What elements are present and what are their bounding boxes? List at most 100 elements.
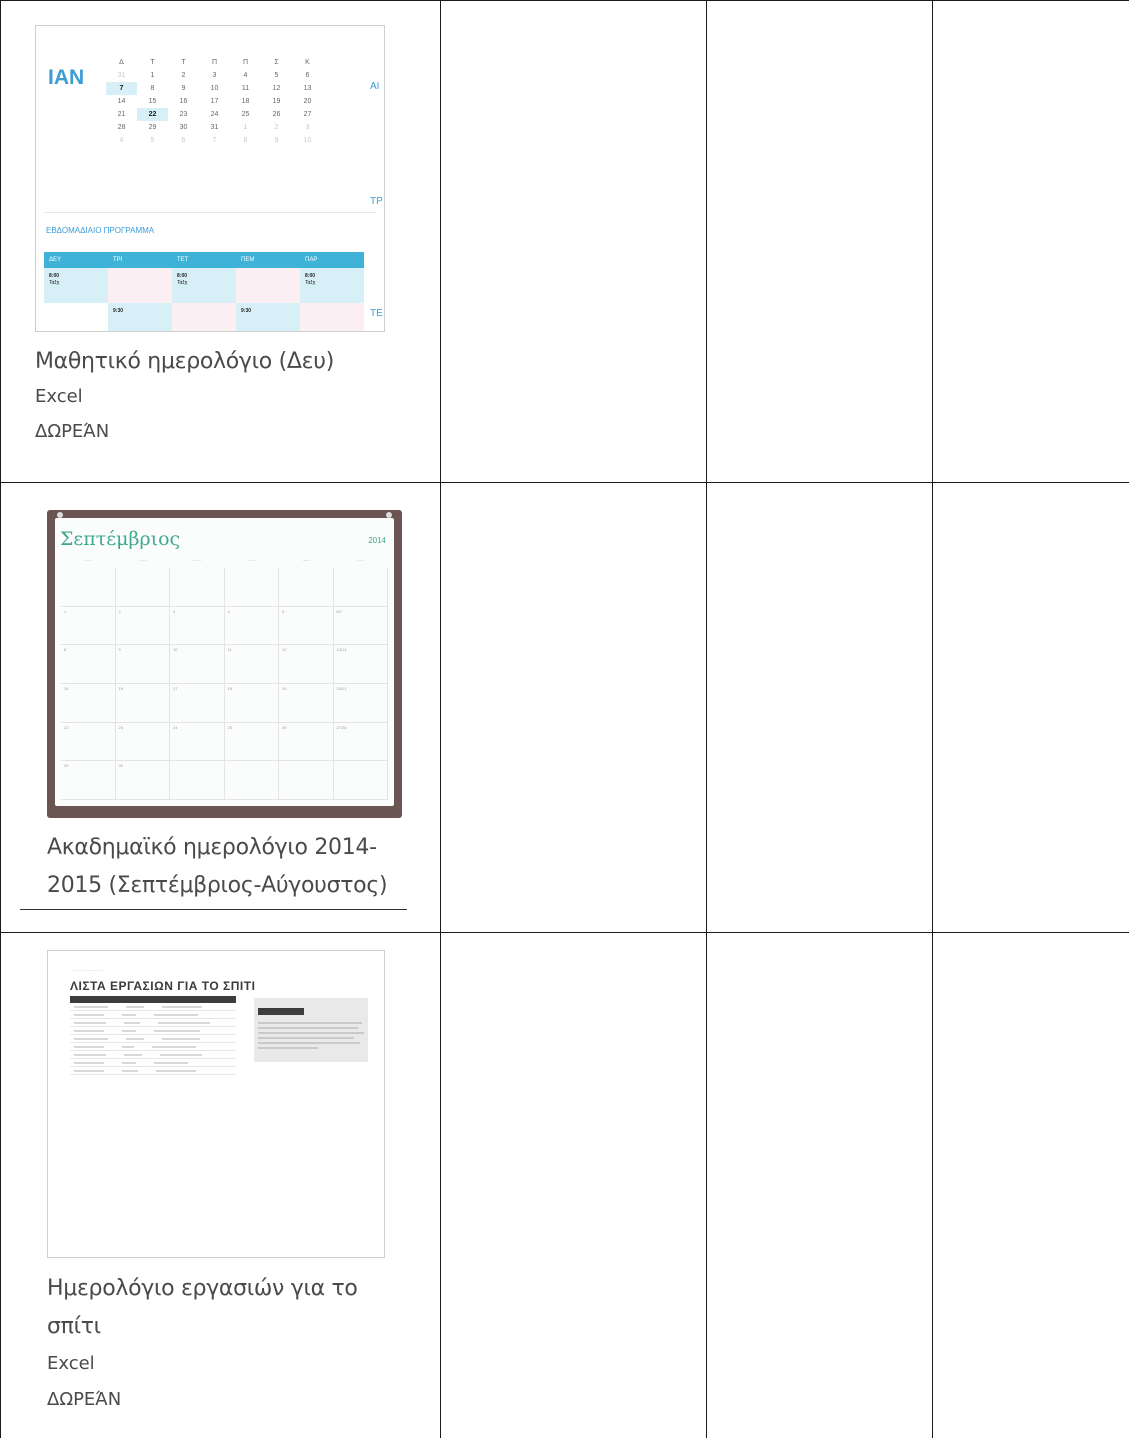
thumbnail-side-label: ΑΙ [370,81,380,92]
table-column-divider [706,0,707,1438]
task-table-row [70,1027,236,1035]
template-title-line-2[interactable]: 2015 (Σεπτέμβριος-Αύγουστος) [47,870,388,902]
calendar-day: 9 [181,85,186,92]
template-thumbnail[interactable]: ΙΑΝ ΑΙ ΤΡ ΤΕ Δ Τ Τ Π Π Σ Κ 31 1 2 3 4 5 … [35,25,385,332]
calendar-day: 6 [305,72,310,79]
schedule-day: ΤΕΤ [177,257,189,263]
day-header-placeholder: ······ [302,558,311,563]
calendar-week: 21 22 23 24 25 26 27 [106,108,328,121]
slot-time: 9:30 [113,308,124,314]
task-table-row [70,1043,236,1051]
task-table-cell [74,1022,106,1024]
calendar-day-highlighted: 7 [106,82,137,95]
weekly-schedule-header: ΔΕΥ ΤΡΙ ΤΕΤ ΠΕΜ ΠΑΡ [44,252,364,268]
calendar-day-headers: Δ Τ Τ Π Π Σ Κ [106,56,328,69]
task-table-row [70,1067,236,1075]
schedule-slot [108,268,172,303]
calendar-day: 24 [210,111,219,118]
schedule-slot [300,303,364,331]
schedule-day: ΔΕΥ [49,257,62,263]
calendar-week: 14 15 16 17 18 19 20 [106,95,328,108]
task-table-cell [74,1030,104,1032]
calendar-cell [224,568,279,607]
template-title-line-1[interactable]: Ακαδημαϊκό ημερολόγιο 2014- [47,832,377,864]
calendar-cell [279,568,334,607]
calendar-day: 27 [303,111,312,118]
day-header-placeholder: ······ [138,558,147,563]
calendar-cell: 17 [170,684,225,723]
template-title-line-2[interactable]: σπίτι [47,1311,101,1343]
calendar-cell: 27/28 [333,722,388,762]
calendar-day: 21 [117,111,126,118]
task-table-cell [154,1062,188,1064]
day-header: Σ [274,59,279,66]
day-header: Δ [119,59,124,66]
calendar-cell: 4 [224,606,279,646]
calendar-day: 29 [148,124,157,131]
template-card-student-calendar[interactable]: ΙΑΝ ΑΙ ΤΡ ΤΕ Δ Τ Τ Π Π Σ Κ 31 1 2 3 4 5 … [0,0,440,482]
task-table-row [70,1051,236,1059]
task-table-cell [74,1070,104,1072]
task-table-cell [74,1038,108,1040]
template-title-line-1[interactable]: Ημερολόγιο εργασιών για το [47,1273,358,1305]
slot-time: 8:00 [305,273,316,279]
task-table-cell [156,1070,196,1072]
calendar-cell: 26 [279,722,334,762]
calendar-day: 5 [150,137,155,144]
task-table-row [70,1003,236,1011]
weekly-schedule-title: ΕΒΔΟΜΑΔΙΑΙΟ ΠΡΟΓΡΑΜΜΑ [46,226,155,235]
table-column-divider [440,0,441,1438]
calendar-cell: 3 [170,606,225,646]
calendar-day: 26 [272,111,281,118]
task-table-cell [122,1046,134,1048]
task-table-cell [126,1038,144,1040]
calendar-cell: 13/14 [333,645,388,684]
calendar-day: 11 [241,85,250,92]
day-header: Κ [305,59,310,66]
calendar-cell: 5 [279,606,334,646]
task-table-cell [154,1014,198,1016]
calendar-day: 1 [243,124,248,131]
calendar-day: 9 [274,137,279,144]
schedule-day: ΠΕΜ [241,257,255,263]
task-table-cell [160,1054,202,1056]
calendar-day: 31 [117,72,126,79]
template-thumbnail[interactable]: ·························· ΛΙΣΤΑ ΕΡΓΑΣΙΩ… [47,950,385,1258]
calendar-day: 3 [212,72,217,79]
day-header-placeholder: ······ [84,558,93,563]
calendar-day: 5 [274,72,279,79]
calendar-cell: 9 [115,645,170,684]
template-price: ΔΩΡΕΆΝ [35,421,110,442]
notes-line [258,1042,360,1044]
slot-label: Τάξη [305,280,316,286]
day-header: Τ [181,59,186,66]
template-thumbnail[interactable]: Σεπτέμβριος 2014 ······ ······ ······ ··… [47,510,402,818]
task-table-cell [126,1006,144,1008]
calendar-day-headers: ······ ······ ······ ······ ······ ·····… [61,558,388,563]
slot-label: Τάξη [177,280,188,286]
day-header-placeholder: ······ [193,558,202,563]
template-title[interactable]: Μαθητικό ημερολόγιο (Δευ) [35,346,334,378]
calendar-day: 8 [243,137,248,144]
calendar-day: 13 [303,85,312,92]
calendar-cell: 16 [115,684,170,723]
thumbnail-notes-panel [254,998,368,1062]
calendar-sheet: Σεπτέμβριος 2014 ······ ······ ······ ··… [55,518,394,806]
calendar-cell: 15 [61,684,116,723]
calendar-cell: 22 [61,722,116,762]
calendar-cell: 30 [115,761,170,800]
slot-time: 9:30 [241,308,252,314]
task-table-cell [152,1046,196,1048]
calendar-cell [224,761,279,800]
calendar-day: 25 [241,111,250,118]
calendar-day: 20 [303,98,312,105]
calendar-week: 28 29 30 31 1 2 3 [106,121,328,134]
calendar-cell: 25 [224,722,279,762]
task-table-cell [74,1046,104,1048]
table-column-divider [932,0,933,1438]
template-app: Excel [47,1353,95,1374]
calendar-day-highlighted: 22 [137,108,168,121]
calendar-cell: 20/21 [333,684,388,723]
day-header: Π [242,59,249,66]
calendar-day: 19 [272,98,281,105]
